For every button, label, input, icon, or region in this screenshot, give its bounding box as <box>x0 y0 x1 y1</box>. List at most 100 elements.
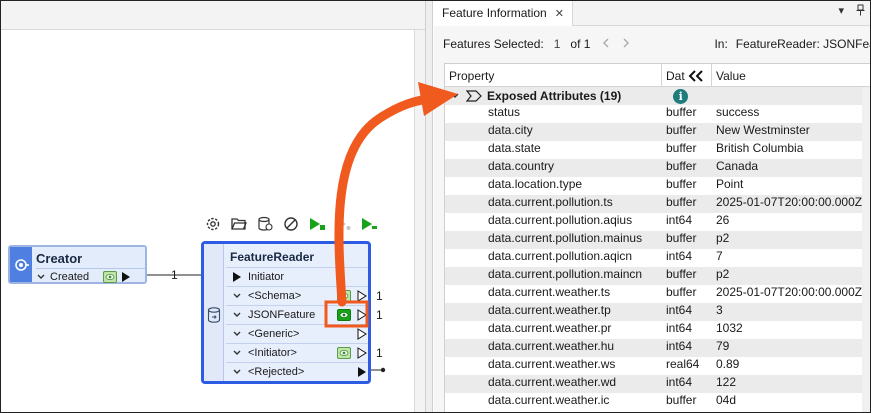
chevron-down-icon[interactable] <box>232 291 242 301</box>
attribute-name-cell: data.current.weather.wd <box>488 375 617 389</box>
inspect-eye-icon[interactable] <box>337 290 351 302</box>
output-port-arrow-icon[interactable] <box>357 328 367 340</box>
total-count: of 1 <box>570 37 591 51</box>
chevron-down-icon[interactable] <box>232 310 242 320</box>
workspace-canvas[interactable]: Creator Created 1 FeatureReader Initiato… <box>0 0 425 413</box>
attribute-value-cell: British Columbia <box>716 141 804 155</box>
chevron-down-icon[interactable] <box>232 367 242 377</box>
input-port-arrow-icon[interactable] <box>232 271 242 283</box>
attribute-value-cell: 1032 <box>716 321 743 335</box>
database-eye-icon[interactable] <box>254 213 276 235</box>
attribute-value-cell: 79 <box>716 339 730 353</box>
attribute-value-cell: 2025-01-07T20:00:00.000Z <box>716 195 863 209</box>
port-label: <Initiator> <box>248 347 297 359</box>
reader-port-jsonfeature[interactable]: JSONFeature <box>226 305 368 324</box>
reader-port-schema[interactable]: <Schema> <box>226 286 368 305</box>
attribute-type-cell: buffer <box>666 231 697 245</box>
table-row[interactable]: data.current.pollution.maincn buffer p2 <box>445 267 870 285</box>
table-row[interactable]: data.current.weather.ic buffer 04d <box>445 393 870 411</box>
attribute-type-cell: buffer <box>666 123 697 137</box>
chevron-down-icon[interactable] <box>232 348 242 358</box>
attribute-value-cell: 26 <box>716 213 730 227</box>
column-header-type[interactable]: Dat <box>662 64 712 87</box>
table-row[interactable]: data.current.pollution.aqius int64 26 <box>445 213 870 231</box>
table-vertical-scrollbar[interactable] <box>862 87 870 412</box>
attribute-value-cell: 2025-01-07T20:00:00.000Z <box>716 285 863 299</box>
column-label: Dat <box>666 68 685 83</box>
info-icon[interactable]: i <box>673 88 689 104</box>
output-port-arrow-icon[interactable] <box>357 366 367 378</box>
inspect-eye-icon[interactable] <box>337 347 351 359</box>
prev-feature-icon[interactable] <box>602 37 610 51</box>
disable-icon[interactable] <box>280 213 302 235</box>
attribute-value-cell: 7 <box>716 249 723 263</box>
reader-port-rejected[interactable]: <Rejected> <box>226 362 368 381</box>
attribute-name-cell: status <box>488 105 521 119</box>
attribute-type-cell: buffer <box>666 105 697 119</box>
attribute-type-cell: int64 <box>666 339 693 353</box>
source-transformer-port: FeatureReader: JSONFeatu <box>735 37 871 51</box>
attribute-name-cell: data.country <box>488 159 555 173</box>
output-port-arrow-icon[interactable] <box>357 309 367 321</box>
attribute-type-cell: int64 <box>666 303 693 317</box>
table-row[interactable]: data.current.pollution.mainus buffer p2 <box>445 231 870 249</box>
feature-attribute-table: Property Dat Value Exposed Attributes (1… <box>444 63 871 413</box>
attribute-name-cell: data.state <box>488 141 541 155</box>
table-row[interactable]: data.state buffer British Columbia <box>445 141 870 159</box>
table-row[interactable]: status buffer success <box>445 105 870 123</box>
table-row[interactable]: data.current.weather.wd int64 122 <box>445 375 870 393</box>
gear-icon[interactable] <box>202 213 224 235</box>
table-row[interactable]: data.current.weather.hu int64 79 <box>445 339 870 357</box>
panel-header: Feature Information ✕ ▾ <box>434 0 871 26</box>
group-row-exposed-attributes[interactable]: Exposed Attributes (19) i <box>445 87 870 105</box>
folder-open-icon[interactable] <box>228 213 250 235</box>
panel-splitter[interactable] <box>425 0 433 413</box>
reader-title: FeatureReader <box>230 250 315 264</box>
attribute-type-cell: int64 <box>666 213 693 227</box>
connection-feature-count: 1 <box>171 268 178 282</box>
attribute-name-cell: data.current.pollution.ts <box>488 195 613 209</box>
attribute-type-cell: buffer <box>666 285 697 299</box>
reader-port-generic[interactable]: <Generic> <box>226 324 368 343</box>
output-port-arrow-icon[interactable] <box>357 290 367 302</box>
selected-count: 1 <box>553 37 561 51</box>
table-row[interactable]: data.country buffer Canada <box>445 159 870 177</box>
tab-feature-information[interactable]: Feature Information ✕ <box>434 0 573 26</box>
port-label: <Schema> <box>248 290 302 302</box>
chevron-down-icon[interactable] <box>232 329 242 339</box>
group-label: Exposed Attributes (19) <box>487 89 622 103</box>
table-row[interactable]: data.current.weather.tp int64 3 <box>445 303 870 321</box>
table-row[interactable]: data.location.type buffer Point <box>445 177 870 195</box>
chevron-down-icon[interactable] <box>450 91 460 101</box>
attribute-type-cell: int64 <box>666 375 693 389</box>
attribute-type-cell: buffer <box>666 393 697 407</box>
next-feature-icon[interactable] <box>622 37 630 51</box>
attribute-type-cell: int64 <box>666 321 693 335</box>
table-header: Property Dat Value <box>445 64 870 87</box>
table-row[interactable]: data.city buffer New Westminster <box>445 123 870 141</box>
selection-status-bar: Features Selected: 1 of 1 In: FeatureRea… <box>434 30 871 58</box>
attribute-name-cell: data.current.weather.ic <box>488 393 610 407</box>
jsonfeature-feature-count: 1 <box>376 308 383 322</box>
run-from-this-icon[interactable] <box>332 213 354 235</box>
run-to-this-icon[interactable] <box>306 213 328 235</box>
panel-menu-chevron-icon[interactable]: ▾ <box>838 4 844 19</box>
attribute-name-cell: data.current.pollution.maincn <box>488 267 643 281</box>
table-row[interactable]: data.current.pollution.aqicn int64 7 <box>445 249 870 267</box>
table-row[interactable]: data.current.weather.ws real64 0.89 <box>445 357 870 375</box>
table-row[interactable]: data.current.pollution.ts buffer 2025-01-0… <box>445 195 870 213</box>
table-row[interactable]: data.current.weather.ts buffer 2025-01-07T… <box>445 285 870 303</box>
featurereader-transformer[interactable]: FeatureReader Initiator <Schema> JSONFea… <box>201 241 371 384</box>
run-just-this-icon[interactable] <box>358 213 380 235</box>
close-icon[interactable]: ✕ <box>555 7 564 20</box>
column-header-property[interactable]: Property <box>445 64 662 87</box>
pin-icon[interactable] <box>856 4 865 19</box>
database-icon <box>207 307 221 323</box>
inspect-eye-icon[interactable] <box>337 309 351 321</box>
column-header-value[interactable]: Value <box>712 64 870 87</box>
reader-port-initiator-output[interactable]: <Initiator> <box>226 343 368 362</box>
reader-port-initiator[interactable]: Initiator <box>226 267 368 286</box>
table-row[interactable]: data.current.weather.pr int64 1032 <box>445 321 870 339</box>
output-port-arrow-icon[interactable] <box>357 347 367 359</box>
collapse-column-icon[interactable] <box>688 69 704 82</box>
